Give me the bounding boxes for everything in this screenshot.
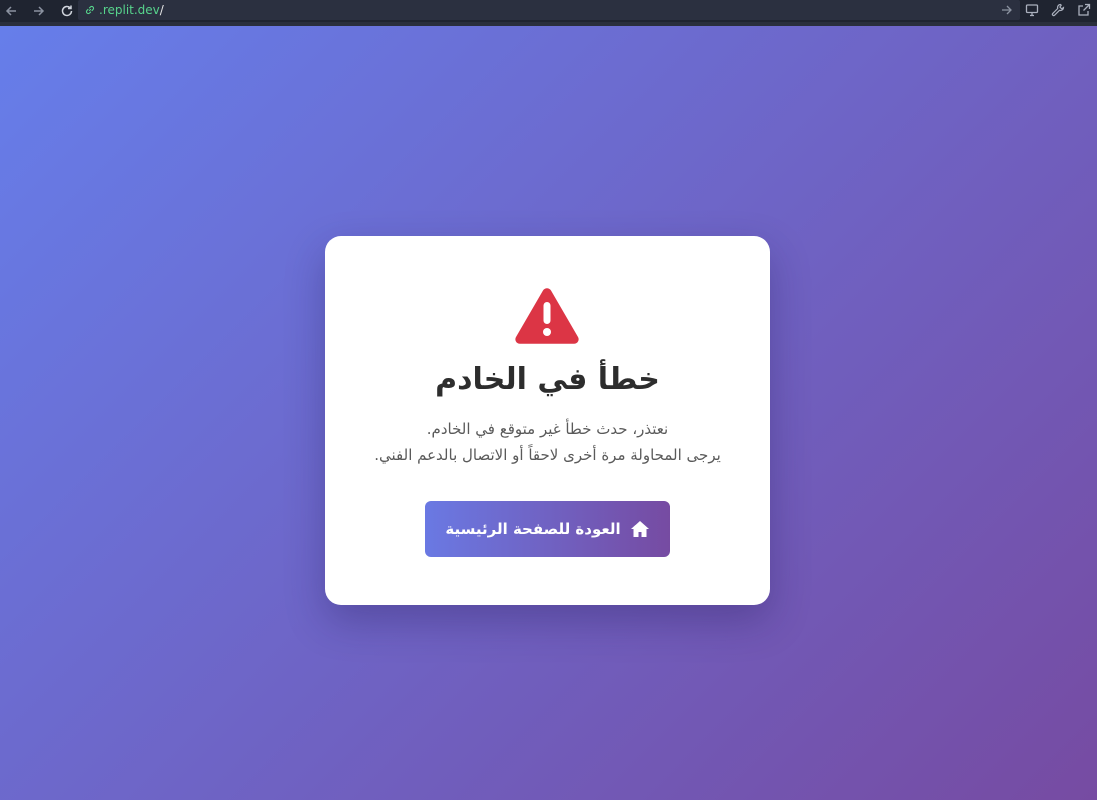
external-link-icon[interactable] xyxy=(1071,0,1097,20)
back-to-home-label: العودة للصفحة الرئيسية xyxy=(445,520,621,538)
error-message-line-2: يرجى المحاولة مرة أخرى لاحقاً أو الاتصال… xyxy=(374,446,721,464)
monitor-icon[interactable] xyxy=(1019,0,1045,20)
link-icon xyxy=(85,5,95,15)
error-card: خطأ في الخادم نعتذر، حدث خطأ غير متوقع ف… xyxy=(325,236,770,605)
url-domain: .replit.dev xyxy=(99,3,160,17)
warning-triangle-icon xyxy=(515,288,579,344)
error-page-background: خطأ في الخادم نعتذر، حدث خطأ غير متوقع ف… xyxy=(0,22,1097,800)
reload-icon[interactable] xyxy=(56,1,78,21)
error-message-line-1: نعتذر، حدث خطأ غير متوقع في الخادم. xyxy=(426,420,669,438)
page-title: خطأ في الخادم xyxy=(435,362,660,397)
back-arrow-icon[interactable] xyxy=(0,1,22,21)
back-to-home-button[interactable]: العودة للصفحة الرئيسية xyxy=(425,501,670,557)
forward-arrow-icon[interactable] xyxy=(28,1,50,21)
browser-toolbar: .replit.dev / xyxy=(0,0,1097,22)
address-bar[interactable]: .replit.dev / xyxy=(78,0,1020,20)
go-arrow-icon[interactable] xyxy=(1000,3,1014,17)
home-icon xyxy=(630,521,649,537)
wrench-icon[interactable] xyxy=(1045,0,1071,20)
browser-tools xyxy=(1019,0,1097,20)
url-path: / xyxy=(159,3,164,17)
